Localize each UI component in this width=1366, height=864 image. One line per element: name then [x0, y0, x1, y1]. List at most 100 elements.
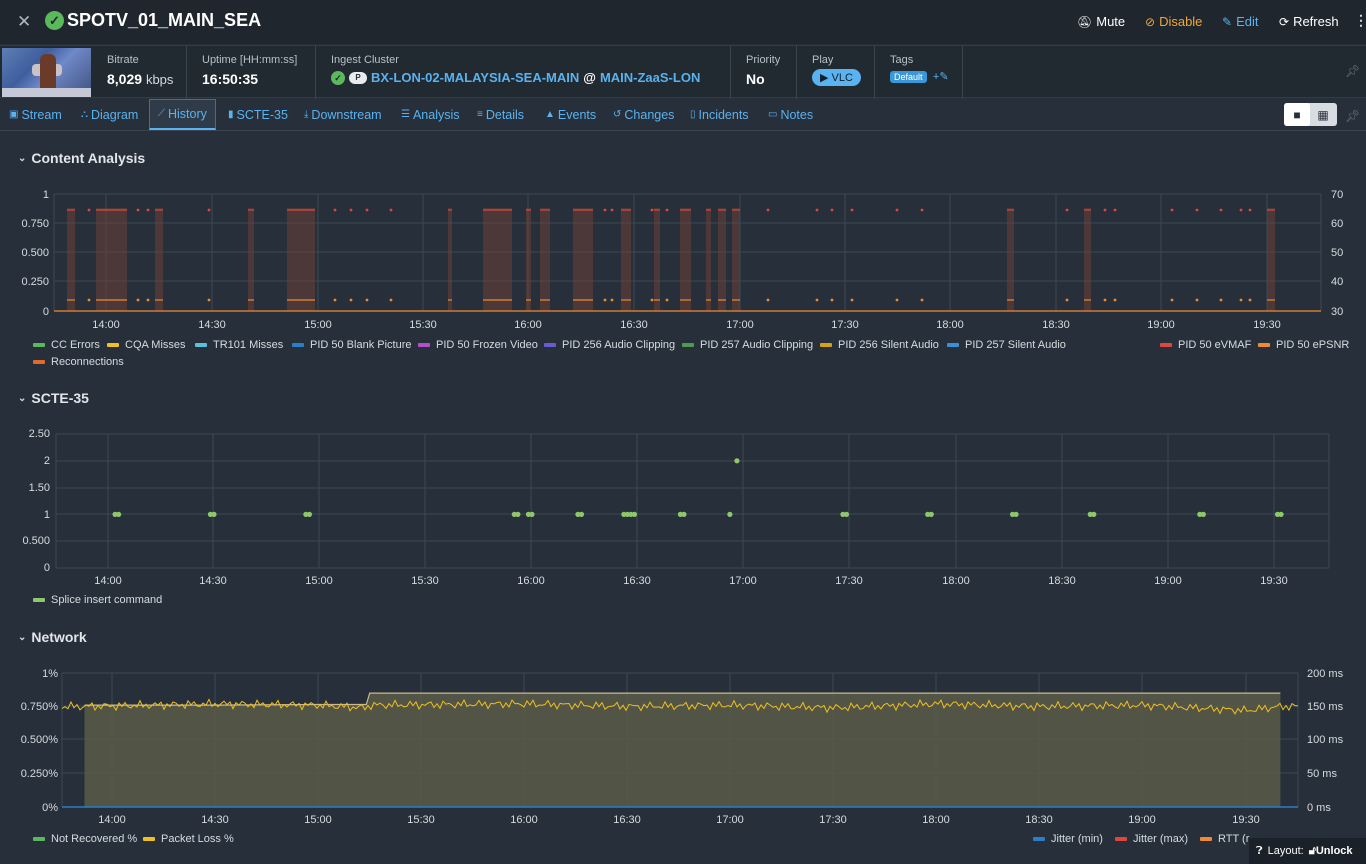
net-ytick: 0.250% [21, 768, 59, 780]
legend-cc-errors[interactable]: CC Errors [33, 339, 100, 351]
ca-xtick: 19:30 [1253, 319, 1281, 330]
refresh-button[interactable]: ⟳ Refresh [1279, 14, 1339, 29]
section-network[interactable]: ⌄ Network [18, 629, 87, 645]
legend-splice-insert[interactable]: Splice insert command [33, 594, 162, 606]
evmaf-point [1219, 208, 1223, 212]
legend-cqa-misses[interactable]: CQA Misses [107, 339, 186, 351]
evmaf-point [333, 208, 337, 212]
tab-events[interactable]: ▲ Events [545, 99, 596, 130]
legend-rtt[interactable]: RTT (r [1200, 833, 1249, 845]
tab-details[interactable]: ≡ Details [477, 99, 524, 130]
legend-swatch [820, 343, 832, 347]
epsnr-point [136, 298, 140, 302]
single-view-icon[interactable]: ■ [1284, 103, 1310, 126]
epsnr-point [1239, 298, 1243, 302]
legend-swatch [418, 343, 430, 347]
edit-button[interactable]: ✎ Edit [1222, 14, 1258, 29]
tab-stream[interactable]: ▣ Stream [9, 99, 62, 130]
vlc-play-button[interactable]: ▶ VLC [812, 69, 861, 86]
legend-audio-clipping-257[interactable]: PID 257 Audio Clipping [682, 339, 813, 351]
legend-blank-picture[interactable]: PID 50 Blank Picture [292, 339, 412, 351]
net-xtick: 17:30 [819, 814, 847, 826]
legend-swatch [1200, 837, 1212, 841]
legend-audio-clipping-256[interactable]: PID 256 Audio Clipping [544, 339, 675, 351]
legend-frozen-video[interactable]: PID 50 Frozen Video [418, 339, 538, 351]
line-chart-icon: ⟋ [158, 108, 165, 119]
epsnr-point [87, 298, 91, 302]
cluster-zone-link[interactable]: MAIN-ZaaS-LON [600, 70, 700, 85]
legend-label: PID 50 Frozen Video [436, 339, 538, 351]
ca-xtick: 18:30 [1042, 319, 1070, 330]
scte-point [681, 511, 687, 517]
section-scte-35[interactable]: ⌄ SCTE-35 [18, 390, 89, 406]
legend-swatch [195, 343, 207, 347]
stream-thumbnail[interactable] [2, 48, 91, 97]
add-tag-button[interactable]: +✎ [933, 71, 949, 83]
cluster-link[interactable]: BX-LON-02-MALAYSIA-SEA-MAIN [371, 70, 579, 85]
scte-point [631, 511, 638, 517]
legend-reconnections[interactable]: Reconnections [33, 356, 124, 368]
evmaf-point [389, 208, 393, 212]
pin-tabs-icon[interactable]: 📌︎ [1345, 109, 1360, 123]
scte-point [578, 511, 585, 517]
evmaf-point [920, 208, 924, 212]
grid-view-icon[interactable]: ▦ [1310, 103, 1336, 126]
ca-ytick-right: 60 [1331, 218, 1343, 230]
tab-changes[interactable]: ↺ Changes [613, 99, 674, 130]
more-menu-icon[interactable]: ⋮ [1354, 12, 1366, 29]
legend-evmaf[interactable]: PID 50 eVMAF [1160, 339, 1251, 351]
unlock-button[interactable]: 🔓︎Unlock [1309, 845, 1353, 858]
close-icon[interactable]: ✕ [17, 12, 33, 31]
refresh-icon: ⟳ [1279, 14, 1290, 29]
legend-tr101-misses[interactable]: TR101 Misses [195, 339, 283, 351]
legend-packet-loss[interactable]: Packet Loss % [143, 833, 234, 845]
mute-button[interactable]: 🔕︎ Mute [1077, 14, 1125, 29]
pin-icon[interactable]: 📌︎ [1345, 64, 1360, 78]
tab-diagram[interactable]: ⛬ Diagram [81, 99, 138, 130]
tab-label: Incidents [698, 107, 749, 122]
legend-not-recovered[interactable]: Not Recovered % [33, 833, 137, 845]
scte-xtick: 16:00 [517, 575, 545, 587]
net-ytick-right: 150 ms [1307, 701, 1344, 713]
evmaf-point [365, 208, 369, 212]
document-icon: ▯ [690, 108, 696, 120]
evmaf-point [830, 208, 834, 212]
legend-jitter-max[interactable]: Jitter (max) [1115, 833, 1188, 845]
legend-epsnr[interactable]: PID 50 ePSNR [1258, 339, 1349, 351]
tab-label: History [168, 107, 207, 121]
cluster-at: @ [583, 70, 596, 85]
scte-point [211, 511, 217, 517]
epsnr-point [207, 298, 211, 302]
ca-ytick: 0.250 [21, 276, 49, 288]
epsnr-point [389, 298, 393, 302]
evmaf-point [1113, 208, 1117, 212]
stream-info-strip: Bitrate 8,029 kbps Uptime [HH:mm:ss] 16:… [0, 45, 1366, 99]
tags-cell: Tags Default +✎ [875, 46, 963, 99]
tag-default[interactable]: Default [890, 71, 927, 83]
epsnr-point [1113, 298, 1117, 302]
tab-label: Details [485, 107, 525, 122]
legend-swatch [33, 598, 45, 602]
cluster-label: Ingest Cluster [331, 54, 399, 66]
bitrate-value: 8,029 kbps [107, 71, 186, 87]
help-icon[interactable]: ❓︎ [1256, 845, 1263, 858]
tab-analysis[interactable]: ☰ Analysis [401, 99, 460, 130]
list-check-icon: ☰ [401, 108, 410, 120]
scte-ytick: 2 [44, 455, 50, 467]
legend-silent-audio-257[interactable]: PID 257 Silent Audio [947, 339, 1066, 351]
section-content-analysis[interactable]: ⌄ Content Analysis [18, 150, 145, 166]
epsnr-point [146, 298, 150, 302]
tab-downstream[interactable]: ⤓ Downstream [304, 99, 382, 130]
disable-button[interactable]: ⊘ Disable [1145, 14, 1202, 29]
legend-jitter-min[interactable]: Jitter (min) [1033, 833, 1103, 845]
legend-label: PID 257 Audio Clipping [700, 339, 814, 351]
tab-incidents[interactable]: ▯ Incidents [690, 99, 749, 130]
tab-notes[interactable]: ▭ Notes [768, 99, 813, 130]
epsnr-point [1219, 298, 1223, 302]
bitrate-number: 8,029 [107, 71, 143, 87]
ca-xtick: 14:30 [198, 319, 226, 330]
legend-silent-audio-256[interactable]: PID 256 Silent Audio [820, 339, 939, 351]
tab-scte-35[interactable]: ▮ SCTE-35 [228, 99, 288, 130]
tab-history[interactable]: ⟋ History [149, 99, 216, 130]
epsnr-point [665, 298, 669, 302]
